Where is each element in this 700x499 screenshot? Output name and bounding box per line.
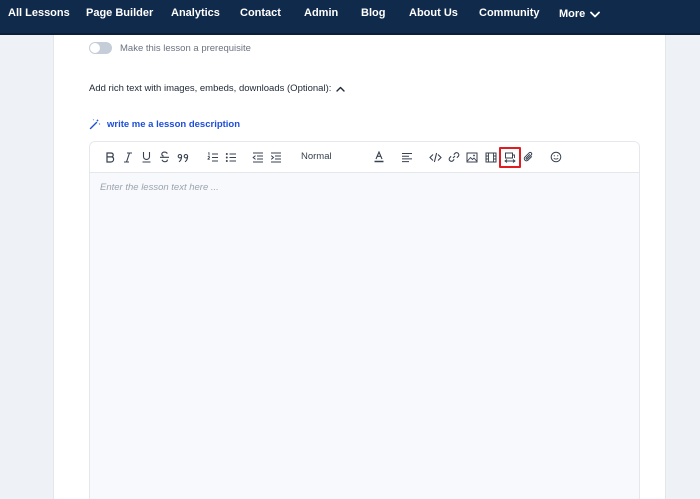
prerequisite-label: Make this lesson a prerequisite <box>120 42 251 54</box>
underline-icon[interactable] <box>139 150 153 164</box>
rich-text-label: Add rich text with images, embeds, downl… <box>89 83 332 94</box>
nav-more-label: More <box>559 7 586 20</box>
chevron-down-icon <box>590 11 601 17</box>
magic-wand-icon <box>89 119 101 130</box>
nav-item-admin[interactable]: Admin <box>304 0 338 28</box>
emoji-icon[interactable] <box>549 150 563 164</box>
nav-item-analytics[interactable]: Analytics <box>171 0 220 28</box>
toggle-knob <box>90 43 100 53</box>
ai-link-label: write me a lesson description <box>107 118 241 130</box>
indent-icon[interactable] <box>269 150 283 164</box>
nav-item-blog[interactable]: Blog <box>361 0 385 28</box>
quote-icon[interactable] <box>176 150 190 164</box>
nav-item-community[interactable]: Community <box>479 0 540 28</box>
align-icon[interactable] <box>400 150 414 164</box>
nav-item-contact[interactable]: Contact <box>240 0 281 28</box>
heading-select[interactable]: Normal <box>301 151 332 162</box>
nav-item-more[interactable]: More <box>559 0 601 28</box>
prerequisite-row: Make this lesson a prerequisite <box>89 42 251 54</box>
video-icon[interactable] <box>484 150 498 164</box>
bullet-list-icon[interactable] <box>224 150 238 164</box>
ordered-list-icon[interactable] <box>206 150 220 164</box>
strikethrough-icon[interactable] <box>157 150 171 164</box>
embed-icon[interactable] <box>499 147 521 168</box>
text-color-icon[interactable] <box>372 150 386 164</box>
prerequisite-toggle[interactable] <box>89 42 112 54</box>
link-icon[interactable] <box>447 150 461 164</box>
ai-write-description-link[interactable]: write me a lesson description <box>89 118 240 130</box>
attachment-icon[interactable] <box>521 150 535 164</box>
image-icon[interactable] <box>465 150 479 164</box>
bold-icon[interactable] <box>103 150 117 164</box>
rich-text-section-header[interactable]: Add rich text with images, embeds, downl… <box>89 83 346 94</box>
rich-text-editor: Normal Enter the lesson text here ... <box>89 141 640 499</box>
editor-placeholder[interactable]: Enter the lesson text here ... <box>100 182 219 193</box>
top-navigation: All Lessons Page Builder Analytics Conta… <box>0 0 700 33</box>
code-icon[interactable] <box>428 150 442 164</box>
nav-item-all-lessons[interactable]: All Lessons <box>8 0 70 28</box>
nav-item-page-builder[interactable]: Page Builder <box>86 0 153 28</box>
chevron-up-icon <box>336 86 346 92</box>
nav-item-about-us[interactable]: About Us <box>409 0 458 28</box>
italic-icon[interactable] <box>121 150 135 164</box>
outdent-icon[interactable] <box>251 150 265 164</box>
editor-toolbar: Normal <box>90 142 639 173</box>
